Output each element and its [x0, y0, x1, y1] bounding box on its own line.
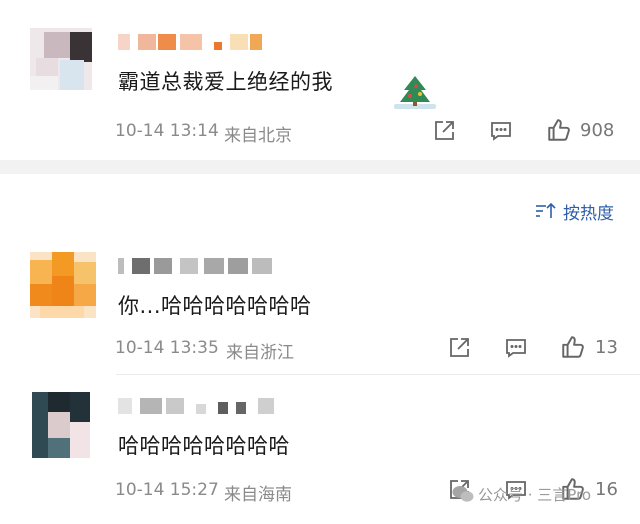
christmas-tree-sticker	[392, 74, 438, 112]
section-divider	[0, 160, 640, 174]
sort-label: 按热度	[563, 204, 614, 224]
watermark-text: 公众号 · 三言Pro	[478, 486, 592, 504]
wechat-icon	[452, 484, 474, 504]
watermark: 公众号 · 三言Pro	[452, 484, 591, 505]
comment-location: 来自浙江	[226, 343, 294, 363]
like-count: 908	[580, 120, 615, 141]
comment-location: 来自海南	[224, 485, 292, 505]
divider	[116, 374, 640, 375]
comment-location: 来自北京	[224, 126, 292, 146]
comment-time: 10-14 13:35	[115, 338, 219, 358]
comment-time: 10-14 15:27	[115, 480, 219, 500]
comment-text: 你...哈哈哈哈哈哈哈	[118, 294, 312, 318]
comment-icon[interactable]	[489, 119, 513, 143]
thumbs-up-icon[interactable]	[546, 117, 570, 141]
username-blurred[interactable]	[118, 258, 278, 276]
comment-text: 哈哈哈哈哈哈哈哈	[118, 434, 290, 458]
avatar[interactable]	[30, 28, 92, 90]
share-icon[interactable]	[432, 119, 456, 143]
share-icon[interactable]	[447, 336, 471, 360]
username-blurred[interactable]	[118, 34, 268, 52]
comment-text: 霸道总裁爱上绝经的我	[118, 70, 333, 94]
avatar[interactable]	[30, 252, 96, 318]
like-count: 13	[595, 337, 618, 358]
comment-time: 10-14 13:14	[115, 121, 219, 141]
username-blurred[interactable]	[118, 398, 298, 416]
sort-icon	[535, 202, 557, 220]
avatar[interactable]	[32, 392, 90, 458]
sort-toggle[interactable]: 按热度	[536, 199, 614, 224]
like-count: 16	[595, 479, 618, 500]
comment-icon[interactable]	[504, 336, 528, 360]
thumbs-up-icon[interactable]	[560, 334, 584, 358]
